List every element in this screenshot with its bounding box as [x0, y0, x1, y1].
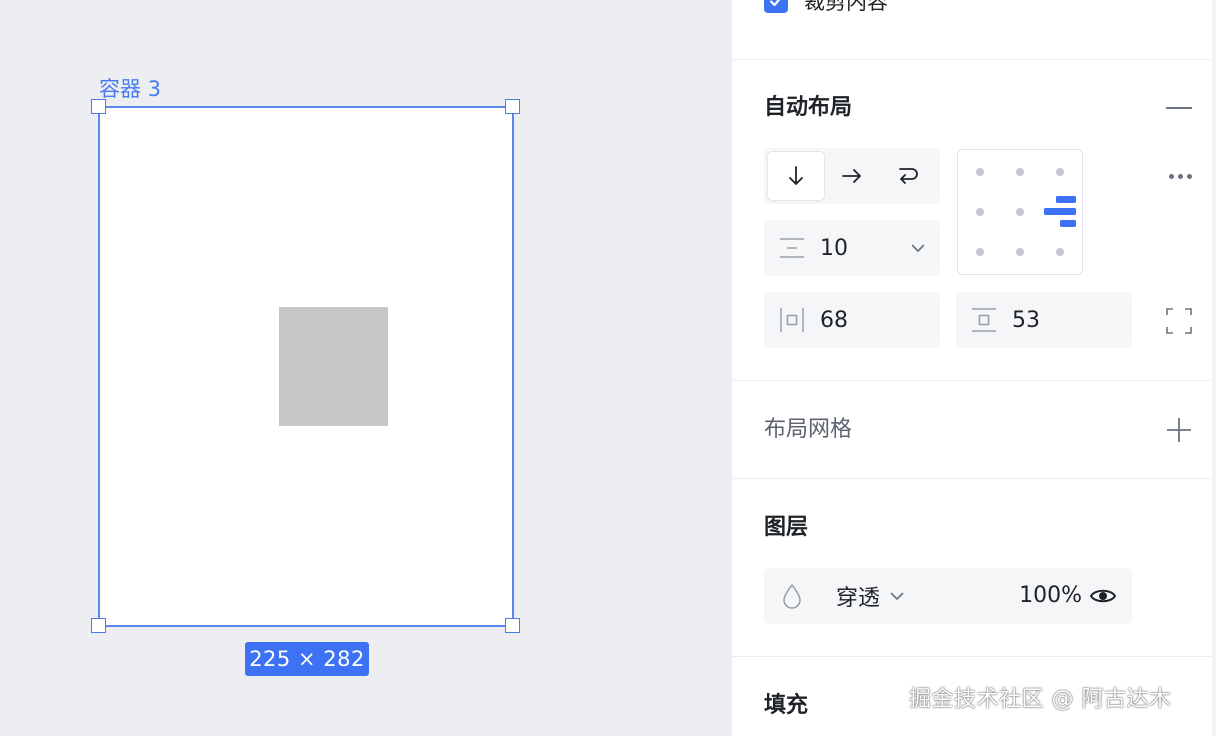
direction-vertical-button[interactable] — [768, 152, 824, 200]
alignment-matrix[interactable] — [957, 149, 1083, 275]
layout-grid-title: 布局网格 — [764, 417, 853, 442]
child-rectangle[interactable] — [279, 307, 388, 426]
resize-handle-bottom-right[interactable] — [505, 618, 520, 633]
design-canvas[interactable]: 容器 3 225 × 282 — [0, 0, 732, 736]
layer-visibility-button[interactable] — [1088, 582, 1118, 610]
properties-panel: 裁剪内容 自动布局 10 68 53 布局网格 图层 穿透 100% 填充 — [732, 0, 1216, 736]
horizontal-padding-value[interactable]: 68 — [820, 308, 940, 333]
item-spacing-value[interactable]: 10 — [820, 236, 896, 261]
layer-title: 图层 — [764, 515, 809, 540]
horizontal-padding-icon — [764, 292, 820, 348]
blend-mode-drop-icon — [778, 582, 806, 610]
layout-direction-control — [764, 148, 940, 204]
align-selected-bar-middle — [1044, 208, 1076, 215]
resize-handle-top-right[interactable] — [505, 99, 520, 114]
align-center-dot[interactable] — [1016, 208, 1024, 216]
align-center-left-dot[interactable] — [976, 208, 984, 216]
eye-icon — [1090, 589, 1116, 603]
horizontal-padding-field[interactable]: 68 — [764, 292, 940, 348]
plus-icon — [1167, 418, 1191, 442]
watermark-text: 掘金技术社区 @ 阿古达木 — [909, 687, 1172, 712]
vertical-padding-icon — [956, 292, 1012, 348]
resize-handle-top-left[interactable] — [91, 99, 106, 114]
section-divider — [732, 380, 1212, 381]
arrow-right-icon — [842, 169, 861, 183]
direction-wrap-button[interactable] — [880, 152, 936, 200]
direction-horizontal-button[interactable] — [824, 152, 880, 200]
align-top-center-dot[interactable] — [1016, 168, 1024, 176]
vertical-spacing-icon — [764, 220, 820, 276]
align-bottom-right-dot[interactable] — [1056, 248, 1064, 256]
vertical-padding-field[interactable]: 53 — [956, 292, 1132, 348]
blend-mode-select[interactable]: 穿透 — [836, 568, 904, 624]
section-divider — [732, 59, 1212, 60]
align-bottom-left-dot[interactable] — [976, 248, 984, 256]
section-divider — [732, 478, 1212, 479]
layer-properties-row: 穿透 100% — [764, 568, 1132, 624]
item-spacing-field[interactable]: 10 — [764, 220, 940, 276]
fill-title: 填充 — [764, 693, 809, 718]
clip-content-label: 裁剪内容 — [804, 0, 888, 14]
more-dot-icon — [1168, 173, 1174, 179]
frame-name-label[interactable]: 容器 3 — [99, 75, 161, 103]
more-dot-icon — [1177, 173, 1183, 179]
layer-opacity-input[interactable]: 100% — [986, 568, 1082, 624]
align-selected-bar-bottom — [1060, 220, 1076, 227]
frame-size-badge: 225 × 282 — [245, 642, 369, 676]
spacing-dropdown-button[interactable] — [896, 220, 940, 276]
chevron-down-icon — [890, 592, 904, 600]
clip-content-row[interactable]: 裁剪内容 — [764, 0, 888, 16]
dashed-frame-icon — [1166, 308, 1192, 334]
more-dot-icon — [1186, 173, 1192, 179]
auto-layout-title: 自动布局 — [764, 95, 853, 120]
add-layout-grid-button[interactable] — [1164, 415, 1194, 445]
check-icon — [769, 0, 781, 7]
minus-icon — [1166, 107, 1192, 109]
clip-content-checkbox[interactable] — [764, 0, 788, 13]
align-selected-bar-top — [1056, 196, 1076, 203]
align-top-left-dot[interactable] — [976, 168, 984, 176]
section-divider — [732, 656, 1212, 657]
align-bottom-center-dot[interactable] — [1016, 248, 1024, 256]
vertical-padding-value[interactable]: 53 — [1012, 308, 1132, 333]
align-top-right-dot[interactable] — [1056, 168, 1064, 176]
arrow-down-icon — [789, 166, 803, 185]
blend-mode-value: 穿透 — [836, 586, 881, 611]
independent-padding-button[interactable] — [1164, 306, 1194, 336]
wrap-arrow-icon — [899, 168, 918, 184]
resize-handle-bottom-left[interactable] — [91, 618, 106, 633]
remove-auto-layout-button[interactable] — [1164, 93, 1194, 123]
auto-layout-more-button[interactable] — [1164, 164, 1196, 188]
panel-scrollbar[interactable] — [1212, 0, 1216, 736]
chevron-down-icon — [911, 244, 925, 252]
